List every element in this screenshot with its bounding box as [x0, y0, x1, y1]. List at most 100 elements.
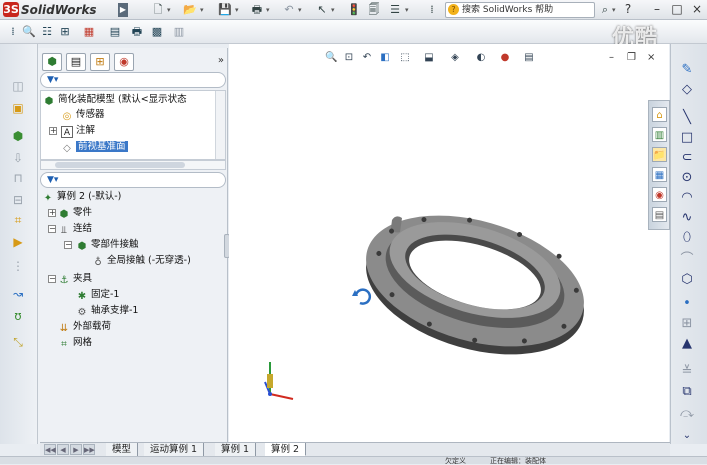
filter-input-lower[interactable]: ▼▾ [40, 172, 226, 188]
save-dropdown[interactable]: ▾ [235, 3, 242, 17]
tree-view-icon[interactable]: ⊞ [58, 25, 72, 39]
tree-node-connections[interactable]: ⫫ 连结 [58, 222, 92, 236]
text-icon[interactable]: ▲ [679, 336, 695, 352]
slot-icon[interactable]: ⊂ [679, 150, 695, 166]
vertical-scrollbar[interactable] [215, 91, 225, 159]
tree-node-global-contact[interactable]: ♁ 全局接触 (-无穿透-) [92, 254, 190, 268]
arc-icon[interactable]: ◠ [679, 190, 695, 206]
ellipse-icon[interactable]: ⬯ [679, 230, 695, 246]
search-help-input[interactable]: ? 搜索 SolidWorks 帮助 [445, 2, 595, 18]
trim-icon[interactable]: ≚ [679, 364, 695, 380]
study-icon[interactable]: ◫ [10, 78, 26, 94]
tab-study-1[interactable]: 算例 1 [215, 443, 257, 456]
circle-icon[interactable]: ⊙ [679, 170, 695, 186]
offset-icon[interactable]: ⤼ [679, 406, 695, 422]
solidworks-resources-icon[interactable]: ⌂ [652, 107, 667, 122]
undo-icon[interactable]: ↶ [282, 3, 296, 17]
shell-manager-icon[interactable]: ⊟ [10, 192, 26, 208]
scroll-down-icon[interactable]: ⌄ [679, 428, 695, 444]
displaymanager-tab-icon[interactable]: ◉ [114, 53, 134, 71]
line-icon[interactable]: ╲ [679, 110, 695, 126]
options-dropdown[interactable]: ▾ [405, 3, 412, 17]
menu-expand-button[interactable]: ▶ [118, 3, 128, 17]
design-library-icon[interactable]: ▥ [652, 127, 667, 142]
tree-node-mesh[interactable]: ⌗ 网格 [58, 336, 92, 350]
deformed-result-icon[interactable]: ʊ [10, 308, 26, 324]
open-dropdown[interactable]: ▾ [200, 3, 207, 17]
compare-results-icon[interactable]: ⤡ [10, 334, 26, 350]
tree-node-annotations[interactable]: A 注解 [61, 124, 95, 138]
horizontal-scrollbar[interactable] [40, 160, 226, 170]
file-explorer-icon[interactable]: 📁 [652, 147, 667, 162]
close-button[interactable]: × [688, 1, 706, 18]
save-icon[interactable]: 💾 [218, 3, 232, 17]
plot-results-icon[interactable]: ↝ [10, 286, 26, 302]
fillet-icon[interactable]: ⌒ [679, 252, 695, 268]
appearances-icon[interactable]: ◉ [652, 187, 667, 202]
polygon-icon[interactable]: ⬡ [679, 272, 695, 288]
maximize-button[interactable]: □ [668, 1, 686, 18]
tree-node-study[interactable]: ✦ 算例 2 (-默认-) [42, 190, 122, 204]
open-icon[interactable]: 📂 [183, 3, 197, 17]
mirror-icon[interactable]: ⧉ [679, 384, 695, 400]
tree-node-component-contact[interactable]: ⬢ 零部件接触 [76, 238, 139, 252]
centerline-icon[interactable]: ⊞ [679, 316, 695, 332]
rebuild-icon[interactable]: 🚦 [347, 3, 361, 17]
study-advisor-icon[interactable]: ▣ [10, 100, 26, 116]
previous-tab-icon[interactable]: ◀ [57, 444, 69, 455]
toolbar-more-icon[interactable]: ⁞ [425, 3, 439, 17]
external-loads-icon[interactable]: ⇩ [10, 150, 26, 166]
search-dropdown[interactable]: ▾ [612, 3, 619, 17]
featuremanager-tab-icon[interactable]: ⬢ [42, 53, 62, 71]
select-icon[interactable]: ↖ [315, 3, 329, 17]
first-tab-icon[interactable]: ◀◀ [44, 444, 56, 455]
undo-dropdown[interactable]: ▾ [298, 3, 305, 17]
report-icon[interactable]: ▤ [108, 25, 122, 39]
tree-node-assembly[interactable]: ⬢ 简化装配模型 (默认<显示状态 [43, 93, 187, 107]
tab-model[interactable]: 模型 [106, 443, 139, 456]
run-icon[interactable]: ▶ [10, 234, 26, 250]
propertymanager-tab-icon[interactable]: ▤ [66, 53, 86, 71]
tree-node-fixtures[interactable]: ⚓ 夹具 [58, 272, 93, 286]
view-palette-icon[interactable]: ▦ [652, 167, 667, 182]
print-study-icon[interactable]: 🖶 [130, 25, 144, 39]
table-icon[interactable]: ▥ [172, 25, 186, 39]
custom-properties-icon[interactable]: ▤ [652, 207, 667, 222]
rectangle-icon[interactable]: □ [679, 130, 695, 146]
expand-toggle[interactable]: + [49, 127, 57, 135]
expand-toggle[interactable]: + [48, 209, 56, 217]
results-advisor-icon[interactable]: ⋮ [10, 258, 26, 274]
smart-dimension-icon[interactable]: ◇ [679, 82, 695, 98]
tree-node-sensors[interactable]: ◎ 传感器 [61, 108, 105, 122]
sketch-icon[interactable]: ✎ [679, 62, 695, 78]
minimize-button[interactable]: – [648, 1, 666, 18]
new-file-dropdown[interactable]: ▾ [167, 3, 174, 17]
spline-icon[interactable]: ∿ [679, 210, 695, 226]
last-tab-icon[interactable]: ▶▶ [83, 444, 95, 455]
file-properties-icon[interactable]: 🗐 [367, 3, 381, 17]
zoom-icon[interactable]: 🔍 [22, 25, 36, 39]
print-icon[interactable]: 🖶 [250, 3, 264, 17]
fixtures-icon[interactable]: ⬢ [10, 128, 26, 144]
filter-input-upper[interactable]: ▼▾ [40, 72, 226, 88]
tab-motion-study-1[interactable]: 运动算例 1 [144, 443, 205, 456]
scroll-thumb[interactable] [55, 162, 185, 168]
list-icon[interactable]: ☷ [40, 25, 54, 39]
search-icon[interactable]: ⌕ [598, 3, 612, 17]
rotate-view-icon[interactable] [352, 288, 371, 305]
collapse-toggle[interactable]: − [48, 225, 56, 233]
tree-node-parts[interactable]: ⬢ 零件 [58, 206, 92, 220]
next-tab-icon[interactable]: ▶ [70, 444, 82, 455]
tree-node-bearing-support-1[interactable]: ⚙ 轴承支撑-1 [76, 304, 139, 318]
grid-icon[interactable]: ▩ [150, 25, 164, 39]
expand-panel-icon[interactable]: » [218, 55, 224, 66]
new-file-icon[interactable]: 🗋 [151, 3, 165, 17]
collapse-toggle[interactable]: − [64, 241, 72, 249]
point-icon[interactable]: • [679, 296, 695, 312]
mesh-icon[interactable]: ⌗ [10, 212, 26, 228]
tree-node-fixed-1[interactable]: ✱ 固定-1 [76, 288, 120, 302]
help-button[interactable]: ? [619, 1, 637, 18]
collapse-toggle[interactable]: − [48, 275, 56, 283]
graphics-area[interactable]: 🔍 ⊡ ↶ ◧ ⬚ ⬓ ◈ ◐ ● ▤ – ❐ × [229, 44, 669, 442]
connections-icon[interactable]: ⊓ [10, 170, 26, 186]
